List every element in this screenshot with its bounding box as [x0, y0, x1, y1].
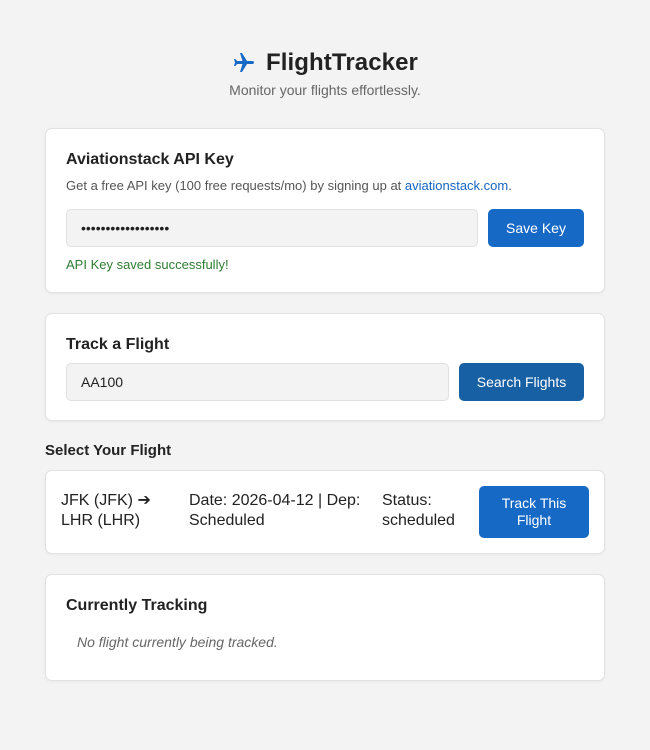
airplane-icon [232, 51, 256, 75]
app-subtitle: Monitor your flights effortlessly. [229, 82, 421, 98]
title-row: FlightTracker [0, 46, 650, 80]
flight-date-dep: Date: 2026-04-12 | Dep: Scheduled [189, 492, 361, 529]
flight-number-input[interactable] [66, 363, 449, 401]
select-flight-heading: Select Your Flight [45, 442, 172, 459]
app-header: FlightTracker Monitor your flights effor… [0, 46, 650, 98]
no-flight-message: No flight currently being tracked. [77, 634, 278, 650]
api-key-title: Aviationstack API Key [66, 151, 234, 168]
aviationstack-link[interactable]: aviationstack.com [405, 178, 508, 193]
app-title: FlightTracker [265, 49, 418, 76]
help-suffix: . [508, 178, 512, 193]
success-message: API Key saved successfully! [66, 257, 229, 272]
save-key-button[interactable]: Save Key [488, 209, 584, 247]
track-flight-title: Track a Flight [66, 336, 170, 353]
api-key-help: Get a free API key (100 free requests/mo… [66, 178, 512, 193]
api-key-input[interactable] [66, 209, 478, 247]
flight-route: JFK (JFK) ➔ LHR (LHR) [61, 492, 151, 529]
search-flights-button[interactable]: Search Flights [459, 363, 584, 401]
api-key-card: Aviationstack API Key Get a free API key… [45, 128, 605, 293]
currently-tracking-title: Currently Tracking [66, 597, 208, 614]
flight-result-row: JFK (JFK) ➔ LHR (LHR) Date: 2026-04-12 |… [45, 470, 605, 554]
currently-tracking-card: Currently Tracking No flight currently b… [45, 574, 605, 681]
flight-status: Status: scheduled [382, 492, 455, 529]
track-this-flight-button[interactable]: Track This Flight [479, 486, 589, 538]
help-text: Get a free API key (100 free requests/mo… [66, 178, 405, 193]
track-flight-card: Track a Flight Search Flights [45, 313, 605, 421]
